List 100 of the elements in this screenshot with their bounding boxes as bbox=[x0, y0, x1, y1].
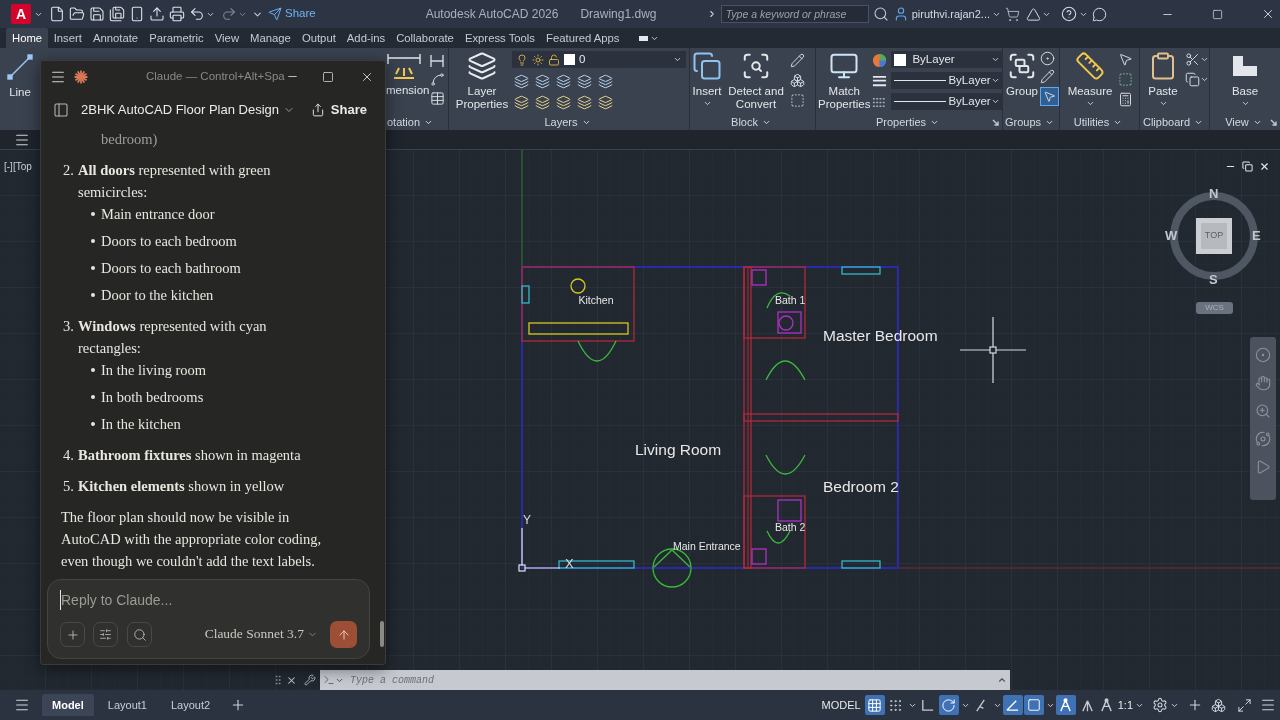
dimension-icon[interactable] bbox=[386, 52, 422, 80]
plus-icon[interactable] bbox=[65, 627, 80, 642]
caret-icon[interactable] bbox=[991, 76, 1001, 85]
hand-icon[interactable] bbox=[1255, 375, 1271, 391]
app-logo[interactable]: A bbox=[11, 4, 31, 24]
orbit-icon[interactable] bbox=[1255, 431, 1271, 447]
menu-icon[interactable] bbox=[14, 697, 30, 713]
prompt-icon[interactable] bbox=[323, 674, 335, 686]
maximize-icon[interactable] bbox=[1212, 8, 1223, 20]
ribbon-tab[interactable]: Home bbox=[6, 28, 49, 48]
caret-up-icon[interactable] bbox=[997, 675, 1007, 685]
compass-north[interactable]: N bbox=[1209, 186, 1219, 201]
circle-dot-icon[interactable] bbox=[1255, 347, 1271, 363]
model-selector[interactable]: Claude Sonnet 3.7 bbox=[204, 624, 318, 645]
wrench-icon[interactable] bbox=[304, 674, 316, 686]
zoom-in-icon[interactable] bbox=[1255, 403, 1271, 419]
lineweight-dropdown[interactable]: ByLayer bbox=[891, 72, 1004, 89]
sliders-icon[interactable] bbox=[99, 628, 112, 641]
base-view-button[interactable]: Base bbox=[1225, 51, 1265, 108]
layers-icon[interactable] bbox=[514, 95, 529, 110]
annotation-panel-title[interactable]: otation bbox=[387, 113, 434, 131]
layer-stack-icon[interactable] bbox=[467, 51, 497, 81]
layers-icon[interactable] bbox=[577, 95, 592, 110]
fullscreen-icon[interactable] bbox=[1237, 697, 1252, 713]
clipboard-panel-title[interactable]: Clipboard bbox=[1142, 113, 1204, 131]
layers-icon[interactable] bbox=[556, 95, 571, 110]
cart-icon[interactable] bbox=[1005, 6, 1020, 22]
boxes-icon[interactable] bbox=[1211, 697, 1226, 713]
conversation-title-button[interactable]: 2BHK AutoCAD Floor Plan Design bbox=[81, 100, 295, 120]
save-icon[interactable] bbox=[89, 6, 105, 22]
groups-panel-title[interactable]: Groups bbox=[1004, 113, 1055, 131]
caret-icon[interactable] bbox=[1200, 55, 1209, 64]
group-icon[interactable] bbox=[1007, 51, 1037, 81]
redo-icon[interactable] bbox=[221, 6, 237, 22]
ribbon-tab[interactable]: Manage bbox=[244, 28, 297, 48]
save-all-icon[interactable] bbox=[109, 6, 125, 22]
copy-icon[interactable] bbox=[1185, 72, 1200, 87]
detect-convert-button[interactable]: Detect and Convert bbox=[724, 51, 788, 111]
ribbon-tab[interactable]: Output bbox=[296, 28, 342, 48]
grip-icon[interactable] bbox=[272, 674, 284, 686]
properties-panel-title[interactable]: Properties bbox=[875, 113, 940, 131]
dialog-launcher-icon[interactable] bbox=[1270, 118, 1277, 126]
compass-east[interactable]: E bbox=[1252, 228, 1261, 243]
plus-icon[interactable] bbox=[1187, 697, 1203, 713]
print-icon[interactable] bbox=[169, 6, 185, 22]
unlock-icon[interactable] bbox=[548, 53, 560, 66]
user-menu-button[interactable]: piruthvi.rajan2... bbox=[911, 5, 1001, 23]
share-button[interactable]: Share bbox=[268, 5, 316, 23]
linear-dimension-icon[interactable] bbox=[429, 54, 445, 68]
restore-icon[interactable] bbox=[1242, 161, 1253, 172]
calculator-icon[interactable] bbox=[1118, 92, 1133, 107]
compass-west[interactable]: W bbox=[1165, 228, 1178, 243]
tools-button[interactable] bbox=[93, 622, 118, 647]
insert-button[interactable]: Insert bbox=[692, 51, 722, 108]
layers-icon[interactable] bbox=[577, 74, 592, 89]
caret-icon[interactable] bbox=[991, 97, 1001, 106]
ribbon-tab[interactable]: Collaborate bbox=[390, 28, 460, 48]
menu-icon[interactable] bbox=[1260, 697, 1276, 713]
color-dropdown[interactable]: ByLayer bbox=[891, 51, 1004, 68]
caret-icon[interactable] bbox=[991, 55, 1001, 64]
phone-icon[interactable] bbox=[129, 6, 145, 22]
ribbon-tab[interactable]: Annotate bbox=[87, 28, 144, 48]
viewport-label[interactable]: [-][Top bbox=[4, 159, 32, 174]
ribbon-tab[interactable]: Add-ins bbox=[341, 28, 391, 48]
command-line-field[interactable]: Type a command bbox=[320, 670, 1010, 690]
linetype-dropdown[interactable]: ByLayer bbox=[891, 93, 1004, 110]
arrow-up-icon[interactable] bbox=[336, 627, 351, 642]
cut-icon[interactable] bbox=[1185, 52, 1200, 67]
ribbon-tab[interactable]: Parametric bbox=[143, 28, 210, 48]
undo-icon[interactable] bbox=[189, 6, 205, 22]
share-icon[interactable] bbox=[310, 103, 325, 117]
layer-dropdown[interactable]: 0 bbox=[512, 51, 686, 68]
match-properties-button[interactable]: Match Properties bbox=[818, 51, 871, 111]
boxes-icon[interactable] bbox=[790, 73, 805, 88]
scan-search-icon[interactable] bbox=[741, 51, 771, 81]
command-input[interactable]: Type a command bbox=[350, 671, 997, 689]
reply-input[interactable]: Reply to Claude... bbox=[60, 590, 357, 610]
ribbon-tab[interactable]: Featured Apps bbox=[540, 28, 625, 48]
pointer-icon[interactable] bbox=[1118, 52, 1133, 67]
ribbon-display-icon[interactable] bbox=[639, 35, 648, 41]
line-tool-icon[interactable] bbox=[5, 52, 35, 82]
triangle-icon[interactable] bbox=[1026, 6, 1041, 22]
research-button[interactable] bbox=[127, 622, 152, 647]
settings-icon[interactable] bbox=[1152, 697, 1168, 713]
ribbon-tab[interactable]: Insert bbox=[48, 28, 88, 48]
lightbulb-icon[interactable] bbox=[516, 53, 528, 66]
drafting-compass-icon[interactable] bbox=[1098, 697, 1114, 713]
scrollbar-thumb[interactable] bbox=[380, 621, 384, 647]
spline-icon[interactable] bbox=[429, 72, 445, 87]
maximize-icon[interactable] bbox=[322, 70, 334, 83]
search-icon[interactable] bbox=[872, 6, 889, 22]
search-field[interactable]: Type a keyword or phrase bbox=[720, 5, 869, 23]
pencil-icon[interactable] bbox=[790, 53, 805, 68]
caret-icon[interactable] bbox=[1085, 99, 1095, 108]
annotation-scale-button[interactable]: 1:1 bbox=[1117, 696, 1144, 714]
layers-icon[interactable] bbox=[598, 74, 613, 89]
dashed-square-icon[interactable] bbox=[790, 93, 805, 108]
model-space-button[interactable]: MODEL bbox=[818, 694, 864, 716]
layers-icon[interactable] bbox=[535, 95, 550, 110]
layers-icon[interactable] bbox=[556, 74, 571, 89]
